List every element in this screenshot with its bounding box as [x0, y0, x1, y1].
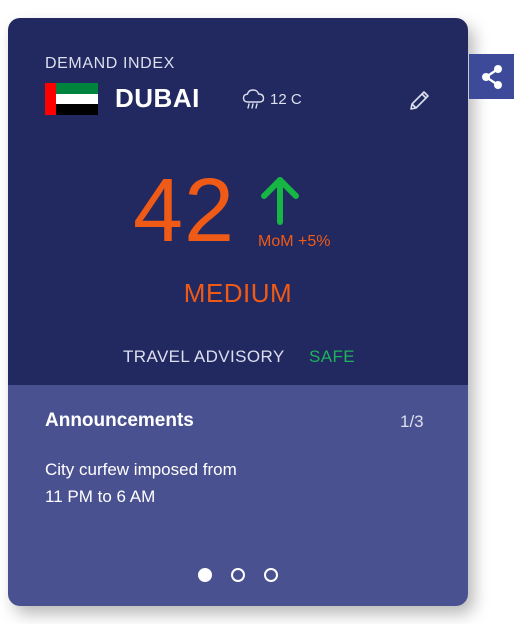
rain-cloud-icon [242, 89, 265, 109]
weather: 12 C [242, 88, 302, 110]
uae-flag-icon [45, 83, 98, 115]
share-button[interactable] [469, 54, 514, 99]
month-over-month-change: MoM +5% [258, 233, 331, 250]
demand-score: 42 [133, 161, 236, 261]
announcements-title: Announcements [45, 410, 194, 431]
pagination-dot-3[interactable] [264, 568, 278, 582]
pagination-dots [8, 568, 468, 582]
travel-advisory-status: SAFE [309, 347, 356, 366]
pagination-dot-2[interactable] [231, 568, 245, 582]
section-label: DEMAND INDEX [45, 55, 175, 72]
arrow-up-icon [261, 177, 299, 225]
city-name: DUBAI [115, 83, 200, 113]
announcement-text: City curfew imposed from 11 PM to 6 AM [45, 456, 345, 510]
pagination-dot-1[interactable] [198, 568, 212, 582]
card-header: DEMAND INDEX DUBAI 12 C 42 MoM +5% MEDIU… [8, 18, 468, 385]
travel-advisory-label: TRAVEL ADVISORY [123, 347, 285, 366]
announcement-line: City curfew imposed from [45, 460, 237, 479]
announcement-line: 11 PM to 6 AM [45, 487, 156, 506]
demand-level: MEDIUM [183, 278, 293, 308]
announcements-counter: 1/3 [400, 412, 424, 431]
share-icon [481, 64, 502, 89]
demand-index-card: DEMAND INDEX DUBAI 12 C 42 MoM +5% MEDIU… [8, 18, 468, 606]
pencil-icon[interactable] [408, 88, 432, 112]
temperature: 12 C [270, 90, 302, 108]
